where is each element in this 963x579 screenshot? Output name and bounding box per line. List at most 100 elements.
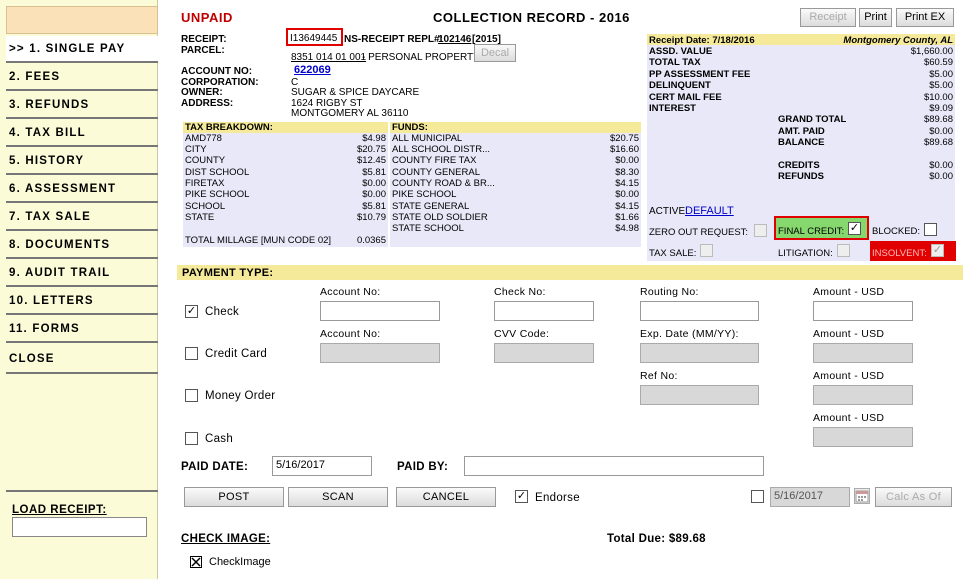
scan-button[interactable]: SCAN [288,487,388,507]
sidebar-divider [6,372,158,374]
receipt-date: Receipt Date: 7/18/2016 [649,35,755,46]
check-account-input[interactable] [320,301,440,321]
exp-date-input[interactable] [640,343,759,363]
check-account-label: Account No: [320,286,381,298]
cvv-input[interactable] [494,343,594,363]
total-due: Total Due: $89.68 [607,533,706,545]
receipt-button[interactable]: Receipt [800,8,856,27]
check-number-label: Check No: [494,286,546,298]
zero-out-checkbox[interactable] [754,224,767,237]
insolvent-label: INSOLVENT: [872,248,927,259]
cvv-label: CVV Code: [494,328,550,340]
insolvent-checkbox[interactable]: ✓ [931,244,944,257]
check-image-item[interactable]: CheckImage [209,556,271,568]
owner-label: OWNER: [181,87,223,98]
decal-button[interactable]: Decal [474,44,516,62]
print-button[interactable]: Print [859,8,892,27]
parcel-label: PARCEL: [181,45,225,56]
grand-total-row: GRAND TOTAL $89.68 [778,114,953,125]
sidebar-item-documents[interactable]: 8. DOCUMENTS [6,232,158,259]
refunds-row: REFUNDS $0.00 [778,171,953,182]
address-label: ADDRESS: [181,98,234,109]
sidebar-header [6,6,158,34]
cc-amount-input[interactable] [813,343,913,363]
cancel-button[interactable]: CANCEL [396,487,496,507]
account-label: ACCOUNT NO: [181,66,253,77]
parcel-value[interactable]: 8351 014 01 001 [291,52,366,63]
check-image-label: CHECK IMAGE: [181,533,271,545]
post-button[interactable]: POST [184,487,284,507]
check-checkbox[interactable]: ✓ [185,305,198,318]
credit-card-checkbox[interactable] [185,347,198,360]
account-link[interactable]: 622069 [294,64,331,76]
amt-paid-row: AMT. PAID $0.00 [778,126,953,137]
active-label: ACTIVE: [649,206,688,217]
cash-amount-input[interactable] [813,427,913,447]
cc-account-input[interactable] [320,343,440,363]
summary-row: INTEREST $9.09 [649,103,953,114]
mo-amount-input[interactable] [813,385,913,405]
parcel-desc: - PERSONAL PROPERTY [362,52,480,63]
money-order-label: Money Order [205,390,276,402]
load-receipt-input[interactable] [12,517,147,537]
calc-date-input[interactable]: 5/16/2017 [770,487,850,507]
funds-title: FUNDS: [390,122,641,133]
check-number-input[interactable] [494,301,594,321]
cc-account-label: Account No: [320,328,381,340]
funds-panel: FUNDS: ALL MUNICIPAL $20.75 ALL SCHOOL DI… [390,122,641,247]
load-receipt-label: LOAD RECEIPT: [12,504,107,516]
mo-amount-label: Amount - USD [813,370,885,382]
check-label: Check [205,306,240,318]
credit-card-label: Credit Card [205,348,268,360]
money-order-checkbox[interactable] [185,389,198,402]
credits-row: CREDITS $0.00 [778,160,953,171]
county-label: Montgomery County, AL [843,35,953,46]
calendar-icon[interactable] [854,488,870,504]
litigation-checkbox[interactable] [837,244,850,257]
summary-row: TOTAL TAX $60.59 [649,57,953,68]
address-line2: MONTGOMERY AL 36110 [291,108,409,119]
sidebar-item-letters[interactable]: 10. LETTERS [6,288,158,315]
calc-as-of-button[interactable]: Calc As Of [875,487,952,507]
calc-as-of-checkbox[interactable] [751,490,764,503]
page-title: COLLECTION RECORD - 2016 [433,10,630,25]
sidebar-item-refunds[interactable]: 3. REFUNDS [6,92,158,119]
tax-sale-checkbox[interactable] [700,244,713,257]
cash-checkbox[interactable] [185,432,198,445]
litigation-label: LITIGATION: [778,248,833,259]
cash-amount-label: Amount - USD [813,412,885,424]
cc-amount-label: Amount - USD [813,328,885,340]
sidebar-item-tax-bill[interactable]: 4. TAX BILL [6,120,158,147]
endorse-checkbox[interactable]: ✓ [515,490,528,503]
sidebar-item-history[interactable]: 5. HISTORY [6,148,158,175]
zero-out-label: ZERO OUT REQUEST: [649,227,749,238]
tax-breakdown-title: TAX BREAKDOWN: [183,122,388,133]
check-amount-input[interactable] [813,301,913,321]
sidebar-item-tax-sale[interactable]: 7. TAX SALE [6,204,158,231]
print-ex-button[interactable]: Print EX [896,8,954,27]
final-credit-checkbox[interactable]: ✓ [848,222,861,235]
active-link[interactable]: DEFAULT [685,205,734,217]
blocked-checkbox[interactable] [924,223,937,236]
sidebar-item-close[interactable]: CLOSE [6,346,158,373]
ns-receipt-value[interactable]: 102146 [438,34,471,45]
check-amount-label: Amount - USD [813,286,885,298]
receipt-value[interactable]: I13649445 [290,33,337,44]
sidebar-item-fees[interactable]: 2. FEES [6,64,158,91]
routing-input[interactable] [640,301,759,321]
balance-row: BALANCE $89.68 [778,137,953,148]
sidebar-item-assessment[interactable]: 6. ASSESSMENT [6,176,158,203]
ref-no-input[interactable] [640,385,759,405]
sidebar-item-forms[interactable]: 11. FORMS [6,316,158,343]
sidebar-item-audit-trail[interactable]: 9. AUDIT TRAIL [6,260,158,287]
final-credit-label: FINAL CREDIT: [778,226,845,237]
summary-row: PP ASSESSMENT FEE $5.00 [649,69,953,80]
summary-row: ASSD. VALUE $1,660.00 [649,46,953,57]
paid-date-input[interactable]: 5/16/2017 [272,456,372,476]
sidebar-divider [6,490,158,492]
sidebar-item-single-pay[interactable]: >> 1. SINGLE PAY [6,36,158,63]
owner-value: SUGAR & SPICE DAYCARE [291,87,420,98]
paid-date-label: PAID DATE: [181,461,249,473]
paid-by-input[interactable] [464,456,764,476]
ref-no-label: Ref No: [640,370,678,382]
